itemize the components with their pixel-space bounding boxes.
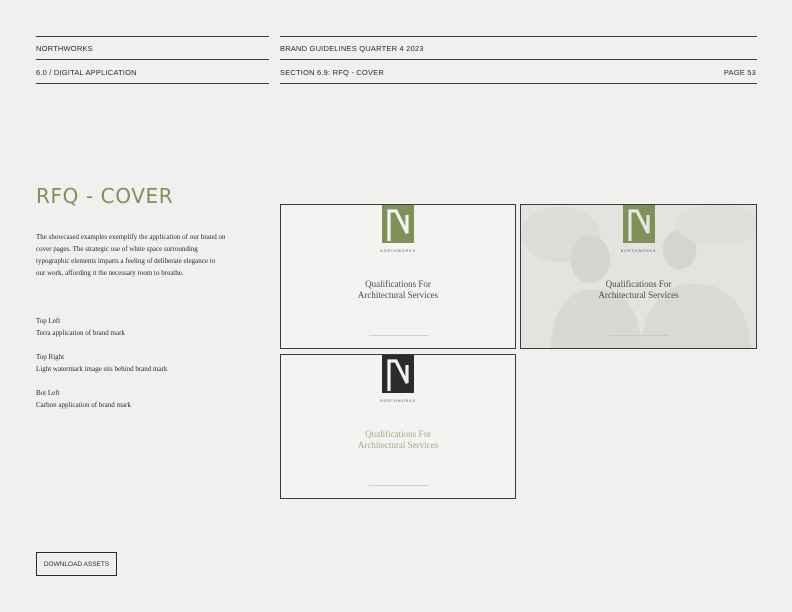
page-title: RFQ - COVER bbox=[36, 184, 174, 208]
brand-name: NORTHWORKS bbox=[36, 44, 93, 53]
header-rule-top-right bbox=[280, 36, 757, 37]
header-rule-bottom-right bbox=[280, 83, 757, 84]
cover-heading-line2: Architectural Services bbox=[357, 440, 439, 450]
cover-wordmark: NORTHWORKS bbox=[380, 249, 416, 253]
note-heading: Bot Left bbox=[36, 389, 60, 397]
cover-example-carbon: NORTHWORKS Qualifications For Architectu… bbox=[280, 354, 516, 499]
intro-paragraph: The showcased examples exemplify the app… bbox=[36, 233, 226, 277]
cover-heading-line1: Qualifications For bbox=[605, 279, 672, 289]
cover-wordmark: NORTHWORKS bbox=[620, 249, 657, 253]
cover-wordmark: NORTHWORKS bbox=[380, 399, 416, 403]
download-assets-button[interactable]: DOWNLOAD ASSETS bbox=[36, 552, 117, 576]
cover-heading-line2: Architectural Services bbox=[357, 290, 439, 300]
section-parent: 6.0 / DIGITAL APPLICATION bbox=[36, 68, 137, 77]
note-heading: Top Right bbox=[36, 353, 65, 361]
cover-heading-line1: Qualifications For bbox=[365, 429, 431, 439]
note-text: Terra application of brand mark bbox=[36, 329, 125, 337]
note-top-right: Top Right Light watermark image sits beh… bbox=[36, 351, 226, 375]
cover-example-terra: NORTHWORKS Qualifications For Architectu… bbox=[280, 204, 516, 349]
note-text: Light watermark image sits behind brand … bbox=[36, 365, 168, 373]
note-text: Carbon application of brand mark bbox=[36, 401, 131, 409]
northworks-logo-icon bbox=[382, 205, 414, 243]
header-rule-mid-left bbox=[36, 59, 269, 60]
northworks-logo-icon bbox=[382, 355, 414, 393]
cover-heading: Qualifications For Architectural Service… bbox=[281, 429, 515, 451]
cover-example-watermark: NORTHWORKS Qualifications For Architectu… bbox=[520, 204, 757, 349]
header-rule-top-left bbox=[36, 36, 269, 37]
cover-footer-rule bbox=[609, 335, 669, 336]
northworks-logo-icon bbox=[622, 205, 655, 243]
section-title: SECTION 6.9: RFQ - COVER bbox=[280, 68, 384, 77]
page-number: PAGE 53 bbox=[723, 68, 756, 77]
header-rule-bottom-left bbox=[36, 83, 269, 84]
logo-block bbox=[382, 205, 414, 243]
cover-footer-rule bbox=[369, 335, 429, 336]
cover-heading-line2: Architectural Services bbox=[598, 290, 679, 300]
cover-heading: Qualifications For Architectural Service… bbox=[521, 279, 756, 301]
header-rule-mid-right bbox=[280, 59, 757, 60]
cover-heading-line1: Qualifications For bbox=[365, 279, 431, 289]
cover-heading: Qualifications For Architectural Service… bbox=[281, 279, 515, 301]
note-top-left: Top Left Terra application of brand mark bbox=[36, 315, 226, 339]
note-bot-left: Bot Left Carbon application of brand mar… bbox=[36, 387, 226, 411]
cover-footer-rule bbox=[369, 485, 429, 486]
note-heading: Top Left bbox=[36, 317, 61, 325]
document-title: BRAND GUIDELINES QUARTER 4 2023 bbox=[280, 44, 424, 53]
